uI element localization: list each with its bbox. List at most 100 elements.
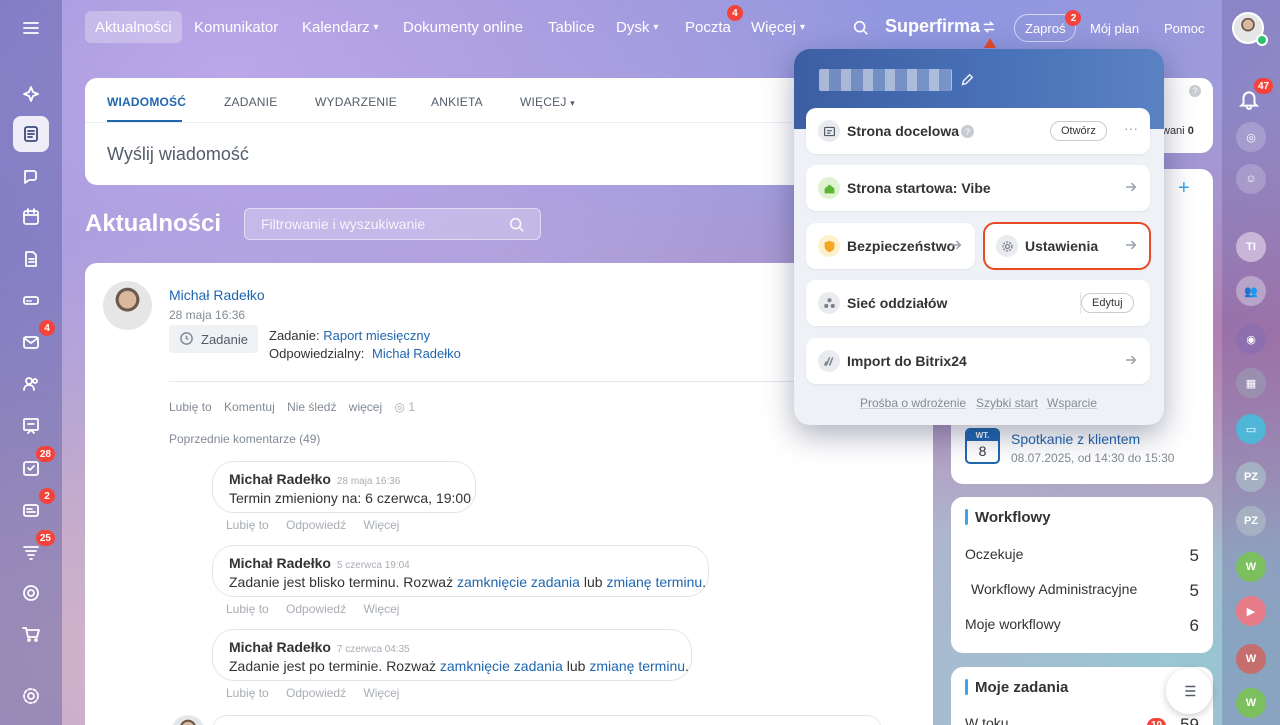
- add-icon[interactable]: +: [1178, 177, 1190, 200]
- import-row[interactable]: Import do Bitrix24: [806, 338, 1150, 384]
- like-button[interactable]: Lubię to: [226, 686, 269, 700]
- reply-button[interactable]: Odpowiedź: [286, 686, 346, 700]
- contact-avatar[interactable]: W: [1236, 688, 1266, 718]
- like-button[interactable]: Lubię to: [226, 518, 269, 532]
- chat-avatar[interactable]: ◉: [1236, 324, 1266, 354]
- task-link[interactable]: Raport miesięczny: [323, 328, 430, 343]
- nav-item-more[interactable]: Więcej ▾: [741, 11, 815, 43]
- comment-author[interactable]: Michał Radełko: [229, 639, 331, 655]
- close-task-link[interactable]: zamknięcie zadania: [457, 574, 580, 590]
- nav-item-drive[interactable]: Dysk ▾: [606, 11, 668, 43]
- brand-label: Superfirma: [885, 16, 981, 36]
- contact-avatar[interactable]: PZ: [1236, 462, 1266, 492]
- help-icon[interactable]: ?: [961, 125, 974, 138]
- sidebar-item-shop[interactable]: [13, 616, 49, 652]
- contact-avatar[interactable]: W: [1236, 644, 1266, 674]
- more-button[interactable]: więcej: [349, 400, 382, 414]
- blurred-company-name: [819, 69, 952, 91]
- task-type-button[interactable]: Zadanie: [169, 325, 258, 353]
- quick-start-link[interactable]: Szybki start: [976, 396, 1038, 410]
- filter-search-input[interactable]: Filtrowanie i wyszukiwanie: [244, 208, 541, 240]
- tab-event[interactable]: WYDARZENIE: [315, 95, 397, 109]
- invite-button[interactable]: Zaproś 2: [1014, 10, 1082, 42]
- tab-task[interactable]: ZADANIE: [224, 95, 277, 109]
- implementation-request-link[interactable]: Prośba o wdrożenie: [860, 396, 966, 410]
- chat-avatar[interactable]: ▭: [1236, 414, 1266, 444]
- workflow-row[interactable]: Workflowy Administracyjne 5: [971, 581, 1199, 601]
- switch-icon[interactable]: [982, 20, 996, 34]
- branch-network-row[interactable]: Sieć oddziałów Edytuj: [806, 280, 1150, 326]
- change-deadline-link[interactable]: zmianę terminu: [606, 574, 702, 590]
- sidebar-item-documents[interactable]: [13, 241, 49, 277]
- author-avatar[interactable]: [103, 281, 152, 330]
- event-title[interactable]: Spotkanie z klientem: [1011, 431, 1140, 447]
- nav-item-documents[interactable]: Dokumenty online: [393, 11, 533, 43]
- help-button[interactable]: Pomoc: [1154, 14, 1214, 42]
- sidebar-item-crm[interactable]: 2: [13, 488, 55, 528]
- video-call-icon[interactable]: ▶: [1236, 596, 1266, 626]
- like-button[interactable]: Lubię to: [169, 400, 212, 414]
- edit-button[interactable]: Edytuj: [1081, 293, 1134, 313]
- nav-item-boards[interactable]: Tablice: [538, 11, 605, 43]
- comment-button[interactable]: Komentuj: [224, 400, 275, 414]
- sidebar-item-mail[interactable]: 4: [13, 320, 55, 360]
- unfollow-button[interactable]: Nie śledź: [287, 400, 336, 414]
- more-options-icon[interactable]: ···: [1124, 120, 1138, 136]
- contact-avatar[interactable]: PZ: [1236, 506, 1266, 536]
- close-task-link[interactable]: zamknięcie zadania: [440, 658, 563, 674]
- pencil-icon[interactable]: [960, 73, 974, 87]
- sidebar-item-settings[interactable]: [13, 678, 49, 714]
- change-deadline-link[interactable]: zmianę terminu: [589, 658, 685, 674]
- sidebar-item-boards[interactable]: [13, 408, 49, 444]
- tab-message[interactable]: WIADOMOŚĆ: [107, 95, 186, 109]
- sidebar-item-employees[interactable]: [13, 366, 49, 402]
- sidebar-item-sales[interactable]: [13, 575, 49, 611]
- reply-button[interactable]: Odpowiedź: [286, 518, 346, 532]
- sidebar-item-feed[interactable]: [13, 116, 49, 152]
- workflow-row[interactable]: Moje workflowy 6: [965, 616, 1199, 636]
- copilot-icon[interactable]: ◎: [1236, 122, 1266, 152]
- contact-avatar[interactable]: TI: [1236, 232, 1266, 262]
- sidebar-item-chat[interactable]: [13, 158, 49, 194]
- support-link[interactable]: Wsparcie: [1047, 396, 1097, 410]
- comment-author[interactable]: Michał Radełko: [229, 555, 331, 571]
- menu-toggle-button[interactable]: [13, 10, 49, 46]
- more-button[interactable]: Więcej: [363, 686, 399, 700]
- help-icon[interactable]: ?: [1189, 85, 1201, 97]
- like-button[interactable]: Lubię to: [226, 602, 269, 616]
- start-page-row[interactable]: Strona startowa: Vibe: [806, 165, 1150, 211]
- tab-poll[interactable]: ANKIETA: [431, 95, 483, 109]
- contact-avatar[interactable]: W: [1236, 552, 1266, 582]
- nav-item-messenger[interactable]: Komunikator: [184, 11, 288, 43]
- widgets-menu-button[interactable]: [1166, 668, 1212, 714]
- responsible-link[interactable]: Michał Radełko: [372, 346, 461, 361]
- workflow-row[interactable]: Oczekuje 5: [965, 546, 1199, 566]
- nav-item-calendar[interactable]: Kalendarz ▾: [292, 11, 389, 43]
- sidebar-item-copilot[interactable]: [13, 76, 49, 112]
- my-plan-button[interactable]: Mój plan: [1080, 14, 1149, 42]
- previous-comments-link[interactable]: Poprzednie komentarze (49): [169, 432, 320, 446]
- tasks-row[interactable]: W toku 10 59: [965, 715, 1199, 725]
- nav-item-mail[interactable]: Poczta 4: [675, 5, 743, 43]
- chat-avatar[interactable]: ▦: [1236, 368, 1266, 398]
- reply-button[interactable]: Odpowiedź: [286, 602, 346, 616]
- sidebar-item-drive[interactable]: [13, 282, 49, 318]
- comment-input[interactable]: [212, 715, 882, 725]
- message-input[interactable]: Wyślij wiadomość: [107, 144, 249, 165]
- search-icon[interactable]: [852, 19, 870, 37]
- company-name[interactable]: Superfirma: [885, 16, 980, 37]
- group-avatar[interactable]: 👥: [1236, 276, 1266, 306]
- sidebar-item-flows[interactable]: 25: [13, 530, 55, 570]
- more-button[interactable]: Więcej: [363, 518, 399, 532]
- more-button[interactable]: Więcej: [363, 602, 399, 616]
- post-author[interactable]: Michał Radełko: [169, 287, 265, 303]
- sidebar-item-calendar[interactable]: [13, 199, 49, 235]
- comment-author[interactable]: Michał Radełko: [229, 471, 331, 487]
- open-button[interactable]: Otwórz: [1050, 121, 1107, 141]
- sidebar-item-tasks[interactable]: 28: [13, 446, 55, 486]
- chat-icon[interactable]: ☺: [1236, 164, 1266, 194]
- nav-item-feed[interactable]: Aktualności: [85, 11, 182, 43]
- security-row[interactable]: Bezpieczeństwo: [806, 223, 975, 269]
- tab-more[interactable]: WIĘCEJ ▾: [520, 95, 575, 109]
- landing-page-row[interactable]: Strona docelowa ? Otwórz ···: [806, 108, 1150, 154]
